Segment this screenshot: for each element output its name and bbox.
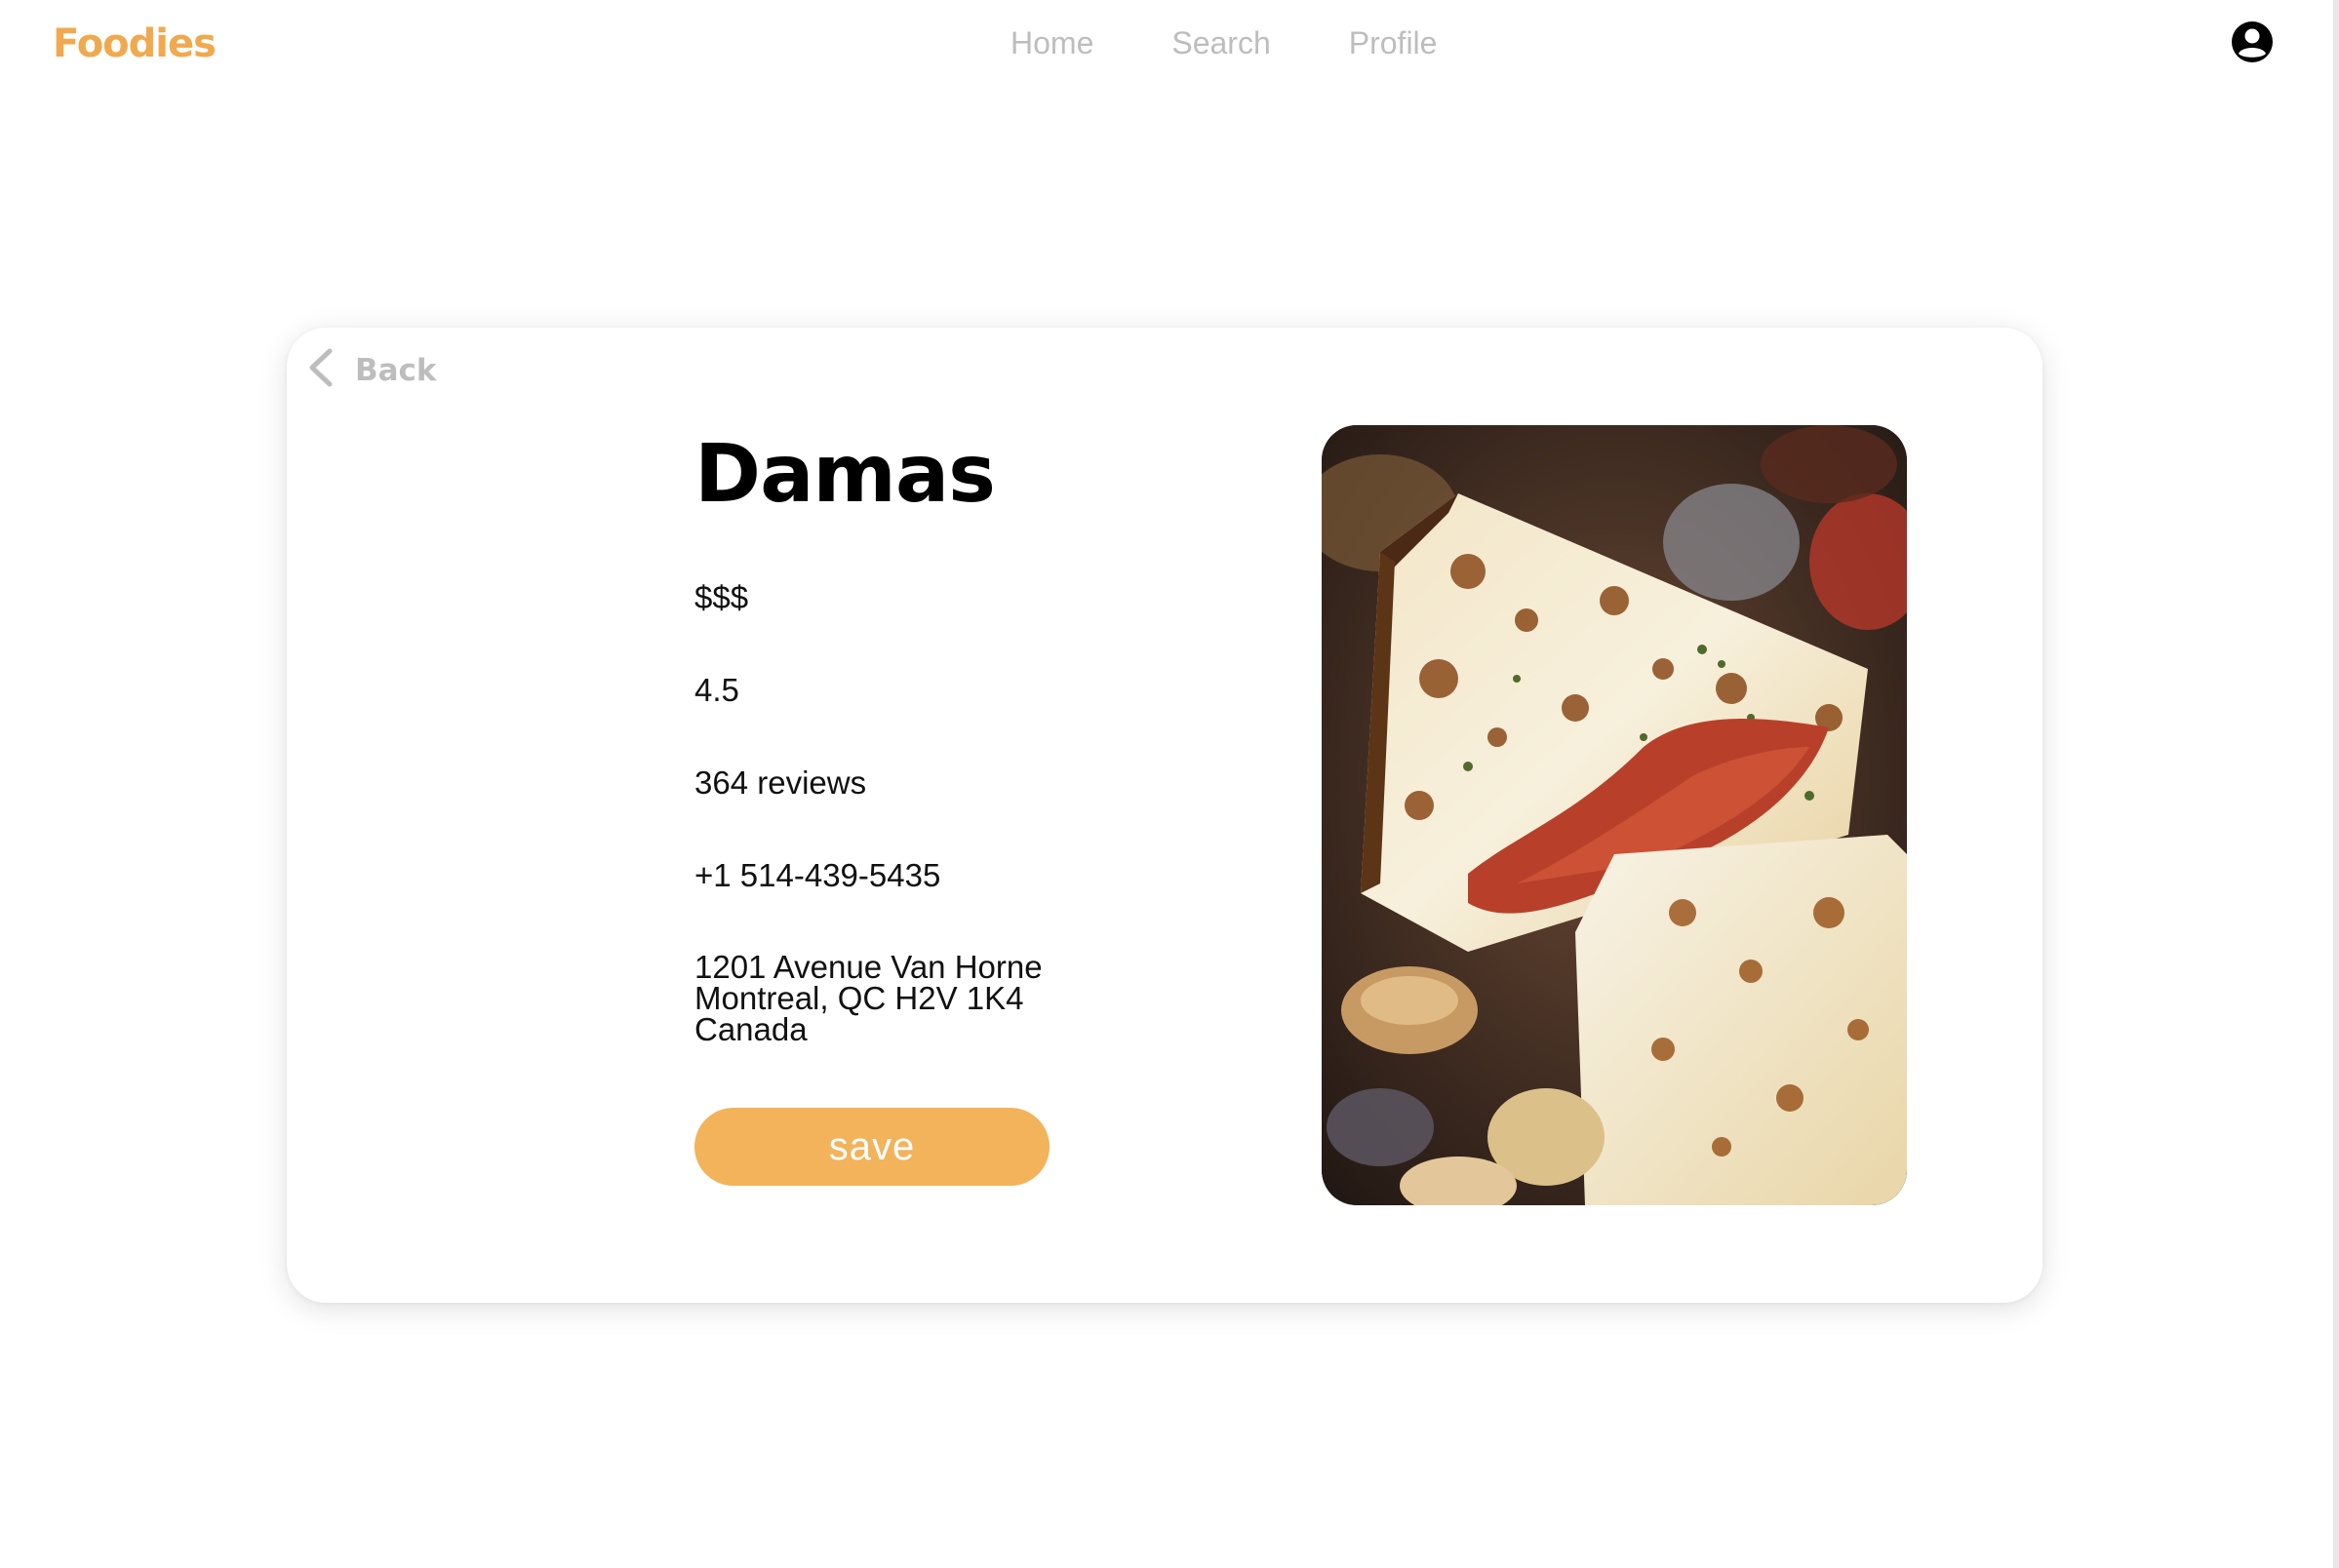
user-circle-icon[interactable] <box>2230 20 2275 64</box>
address: 1201 Avenue Van Horne Montreal, QC H2V 1… <box>694 949 1043 1047</box>
review-count: 364 reviews <box>694 764 867 801</box>
address-line-2: Montreal, QC H2V 1K4 <box>694 980 1024 1016</box>
restaurant-info: Damas $$$ 4.5 364 reviews +1 514-439-543… <box>694 428 1182 1046</box>
price-level: $$$ <box>694 579 749 615</box>
restaurant-name: Damas <box>694 428 996 521</box>
chevron-left-icon <box>306 347 336 393</box>
save-button[interactable]: save <box>694 1108 1050 1186</box>
restaurant-card: Back Damas $$$ 4.5 364 reviews +1 514-43… <box>287 328 2042 1303</box>
restaurant-photo <box>1322 425 1907 1205</box>
back-button[interactable]: Back <box>306 347 437 393</box>
phone-number: +1 514-439-5435 <box>694 857 941 893</box>
rating: 4.5 <box>694 672 739 708</box>
top-nav: Home Search Profile <box>1011 25 1437 61</box>
brand-logo[interactable]: Foodies <box>53 21 217 66</box>
address-line-3: Canada <box>694 1011 808 1047</box>
nav-search[interactable]: Search <box>1171 25 1270 61</box>
page: Foodies Home Search Profile Back Damas $… <box>0 0 2339 1568</box>
scrollbar[interactable] <box>2333 0 2339 1568</box>
address-line-1: 1201 Avenue Van Horne <box>694 949 1043 985</box>
nav-home[interactable]: Home <box>1011 25 1093 61</box>
back-label: Back <box>355 352 437 388</box>
nav-profile[interactable]: Profile <box>1349 25 1438 61</box>
